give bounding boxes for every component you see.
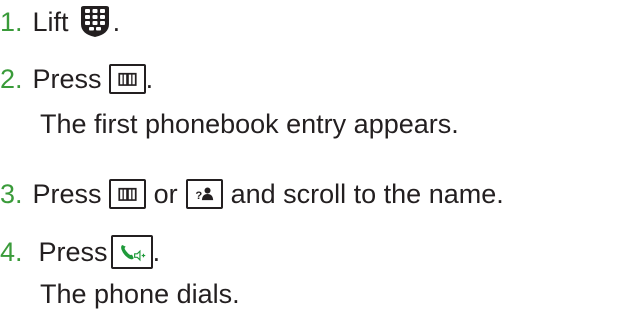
step-number: 2. xyxy=(0,63,23,94)
step-4: 4. Press . xyxy=(0,232,160,272)
step-3: 3. Press or ? and scroll to the name. xyxy=(0,174,504,214)
step-text-end: . xyxy=(152,236,161,267)
step-text-end: and scroll to the name. xyxy=(230,178,504,209)
step-number: 4. xyxy=(0,236,23,267)
step-text: Press xyxy=(38,236,108,267)
step-4-note: The phone dials. xyxy=(40,279,240,309)
step-text-end: . xyxy=(112,6,121,37)
step-number: 3. xyxy=(0,178,23,209)
step-number: 1. xyxy=(0,6,23,37)
connector-text: or xyxy=(153,178,178,209)
step-text-end: . xyxy=(145,63,154,94)
step-text: Press xyxy=(32,178,102,209)
step-2: 2. Press . xyxy=(0,59,153,99)
phonebook-key-icon xyxy=(108,179,146,209)
handset-keypad-icon xyxy=(77,4,113,40)
step-2-note: The first phonebook entry appears. xyxy=(40,109,459,139)
step-1: 1. Lift . xyxy=(0,2,120,42)
step-text: Lift xyxy=(32,6,69,37)
step-text: Press xyxy=(32,63,102,94)
call-handsfree-key-icon xyxy=(110,235,153,269)
phonebook-key-icon xyxy=(108,64,146,94)
contacts-key-icon: ? xyxy=(185,179,223,209)
svg-text:?: ? xyxy=(195,190,202,202)
